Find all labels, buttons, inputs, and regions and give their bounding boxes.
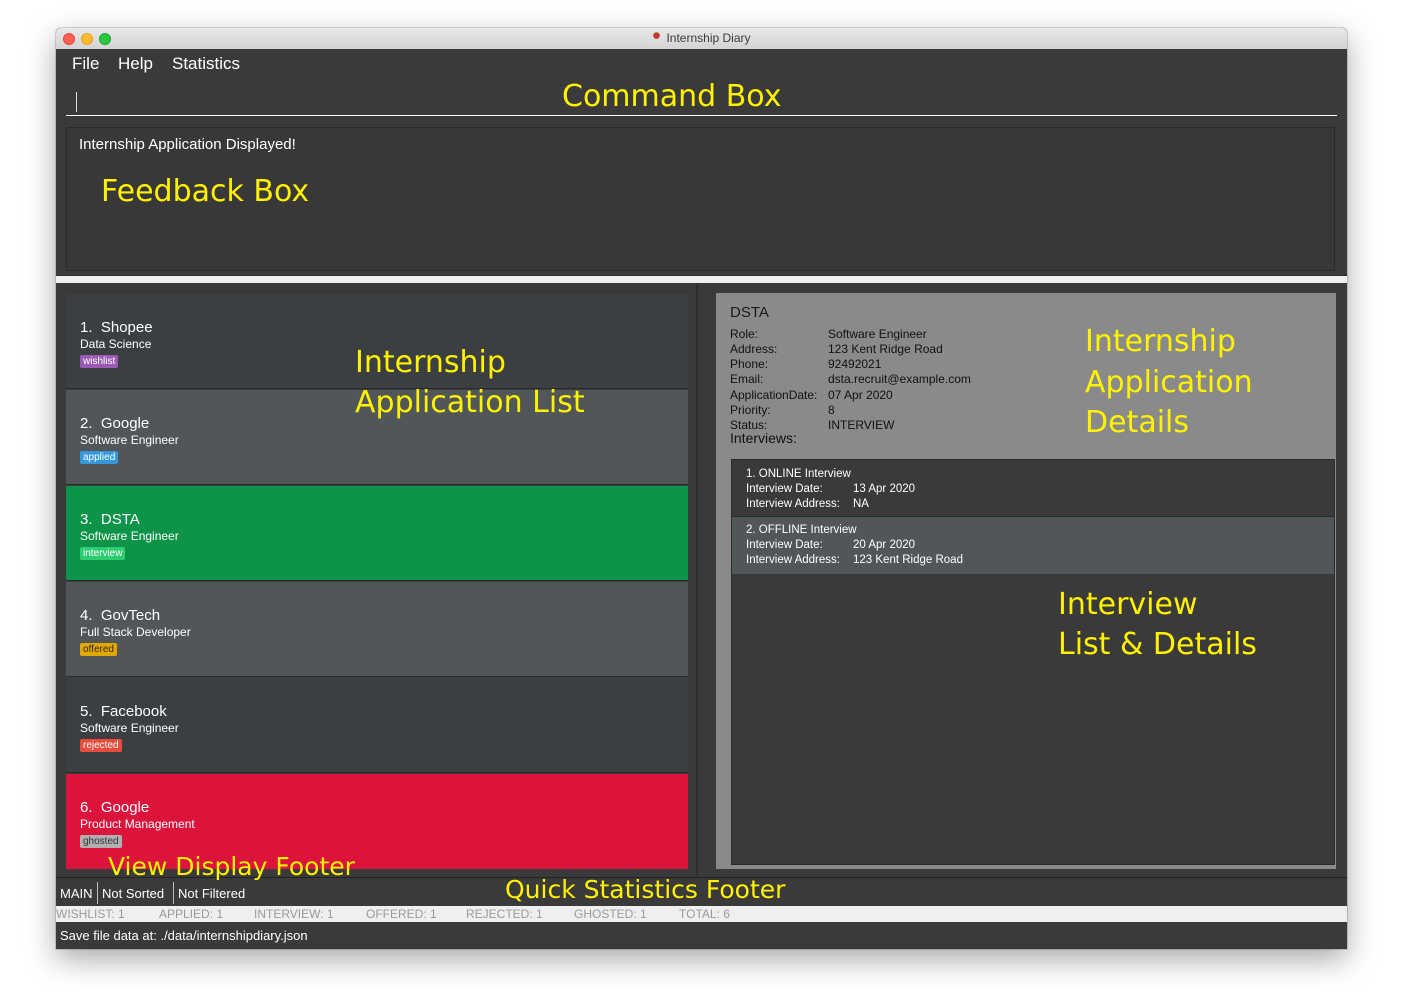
sort-status: Not Sorted xyxy=(98,882,174,904)
status-tag: offered xyxy=(80,643,117,656)
status-tag: wishlist xyxy=(80,355,119,368)
application-title: 4. GovTech xyxy=(80,607,161,624)
save-location-footer: Save file data at: ./data/internshipdiar… xyxy=(56,922,1347,949)
divider[interactable] xyxy=(56,276,1347,283)
annotation-command-box: Command Box xyxy=(562,79,782,114)
app-icon xyxy=(652,32,662,44)
stat-rejected: REJECTED: 1 xyxy=(466,907,543,921)
window-title-text: Internship Diary xyxy=(666,31,751,45)
application-title: 6. Google xyxy=(80,799,150,816)
application-role: Data Science xyxy=(80,337,152,351)
status-tag: ghosted xyxy=(80,835,122,848)
annotation-stats-footer: Quick Statistics Footer xyxy=(505,875,786,904)
annotation-app-details-1: Internship xyxy=(1085,324,1236,359)
interview-date: Interview Date: 20 Apr 2020 xyxy=(746,539,916,551)
interview-title: 1. ONLINE Interview xyxy=(746,468,851,480)
menu-file[interactable]: File xyxy=(72,54,99,74)
window-title: Internship Diary xyxy=(56,31,1347,45)
status-tag: applied xyxy=(80,451,119,464)
annotation-app-list-2: Application List xyxy=(355,385,585,420)
application-role: Full Stack Developer xyxy=(80,625,191,639)
status-tag: rejected xyxy=(80,739,122,752)
interviews-label: Interviews: xyxy=(730,430,797,446)
annotation-app-details-2: Application xyxy=(1085,365,1253,400)
stat-ghosted: GHOSTED: 1 xyxy=(574,907,647,921)
interview-item-2[interactable]: 2. OFFLINE Interview Interview Date: 20 A… xyxy=(732,517,1334,574)
feedback-text: Internship Application Displayed! xyxy=(79,136,296,153)
stat-total: TOTAL: 6 xyxy=(679,907,730,921)
application-title: 2. Google xyxy=(80,415,150,432)
status-tag: interview xyxy=(80,547,126,560)
stat-wishlist: WISHLIST: 1 xyxy=(56,907,125,921)
annotation-interview-1: Interview xyxy=(1058,587,1198,622)
split-pane-divider[interactable] xyxy=(696,283,698,877)
filter-status: Not Filtered xyxy=(178,886,246,901)
details-company: DSTA xyxy=(730,304,769,321)
application-role: Software Engineer xyxy=(80,433,179,447)
menu-help[interactable]: Help xyxy=(118,54,153,74)
application-item-3[interactable]: 3. DSTA Software Engineer interview xyxy=(66,486,688,581)
menu-statistics[interactable]: Statistics xyxy=(172,54,240,74)
application-role: Software Engineer xyxy=(80,721,179,735)
title-bar: Internship Diary xyxy=(56,28,1347,50)
text-caret xyxy=(76,92,77,112)
application-title: 3. DSTA xyxy=(80,511,140,528)
annotation-feedback-box: Feedback Box xyxy=(101,174,310,209)
interview-item-1[interactable]: 1. ONLINE Interview Interview Date: 13 Ap… xyxy=(732,460,1334,517)
application-role: Product Management xyxy=(80,817,195,831)
menu-bar: File Help Statistics xyxy=(56,49,1347,80)
application-title: 1. Shopee xyxy=(80,319,153,336)
annotation-app-list-1: Internship xyxy=(355,345,506,380)
save-path: Save file data at: ./data/internshipdiar… xyxy=(60,928,308,943)
annotation-interview-2: List & Details xyxy=(1058,627,1257,662)
annotation-view-footer: View Display Footer xyxy=(108,852,355,881)
interview-date: Interview Date: 13 Apr 2020 xyxy=(746,483,916,495)
quick-statistics-footer: WISHLIST: 1 APPLIED: 1 INTERVIEW: 1 OFFE… xyxy=(56,906,1347,922)
annotation-app-details-3: Details xyxy=(1085,405,1190,440)
application-item-5[interactable]: 5. Facebook Software Engineer rejected xyxy=(66,678,688,773)
interview-address: Interview Address: 123 Kent Ridge Road xyxy=(746,554,963,566)
application-role: Software Engineer xyxy=(80,529,179,543)
stat-offered: OFFERED: 1 xyxy=(366,907,437,921)
view-mode: MAIN xyxy=(56,882,98,904)
application-item-4[interactable]: 4. GovTech Full Stack Developer offered xyxy=(66,582,688,677)
app-window: Internship Diary File Help Statistics In… xyxy=(56,28,1347,949)
interview-title: 2. OFFLINE Interview xyxy=(746,524,857,536)
application-title: 5. Facebook xyxy=(80,703,167,720)
interview-address: Interview Address: NA xyxy=(746,498,869,510)
stat-applied: APPLIED: 1 xyxy=(159,907,224,921)
stat-interview: INTERVIEW: 1 xyxy=(254,907,334,921)
